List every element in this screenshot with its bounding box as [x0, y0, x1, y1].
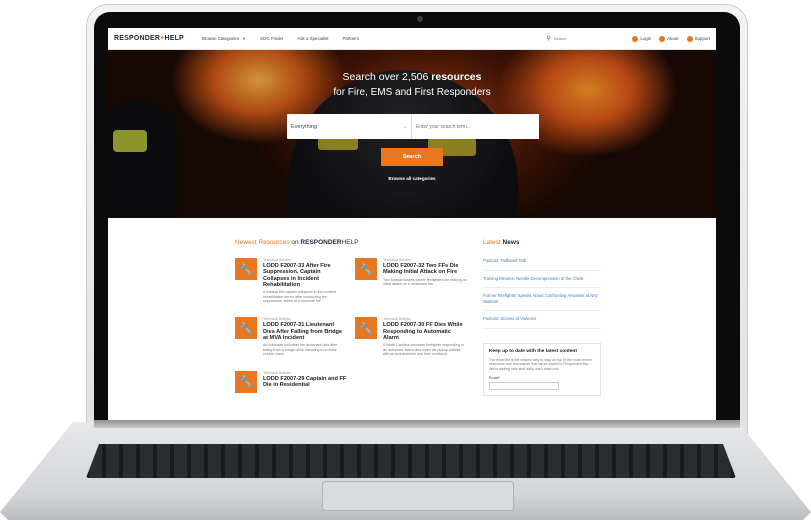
chevron-down-icon: ▼: [242, 36, 246, 41]
subscribe-title: Keep up to date with the latest content: [489, 348, 577, 354]
trackpad: [322, 481, 514, 511]
wrench-icon: 🔧: [355, 317, 377, 340]
laptop-hinge: [94, 420, 740, 428]
wrench-icon: 🔧: [235, 258, 257, 280]
title-accent: Newest Resources: [235, 239, 290, 246]
about-link[interactable]: About: [659, 35, 679, 42]
search-button[interactable]: Search: [381, 148, 443, 166]
news-link[interactable]: Training Minutes: Needle Decompression o…: [483, 271, 601, 289]
nav-sog-finder[interactable]: SOG Finder: [260, 36, 283, 41]
main-content: Newest Resources on RESPONDERHELP 🔧 Tech…: [108, 218, 716, 397]
about-label: About: [667, 36, 679, 41]
resource-title[interactable]: LODD F2007-32 Two FFs Die Making Initial…: [383, 263, 467, 276]
category-select-value: Everything: [291, 123, 317, 130]
hero-banner: Search over 2,506 resources for Fire, EM…: [108, 50, 716, 218]
resource-item[interactable]: 🔧 Technical Bulletin LODD F2007-29 Capta…: [235, 370, 355, 393]
screen: RESPONDER+HELP Browse Categories ▼ SOG F…: [108, 28, 716, 420]
resource-text: Technical Bulletin LODD F2007-31 Lieuten…: [263, 317, 347, 356]
resource-category: Technical Bulletin: [263, 258, 291, 262]
nav-ask-specialist[interactable]: Ask a Specialist: [297, 36, 328, 41]
title-light: Latest: [483, 239, 501, 246]
search-icon[interactable]: ⚲: [546, 35, 550, 42]
resource-text: Technical Bulletin LODD F2007-30 FF Dies…: [383, 317, 467, 356]
title-strong: News: [502, 239, 520, 246]
news-link[interactable]: Podcast: Scenes of Violence: [483, 311, 601, 329]
subscribe-box: Keep up to date with the latest content …: [483, 342, 601, 397]
email-field[interactable]: [489, 382, 559, 391]
resource-text: Technical Bulletin LODD F2007-29 Captain…: [263, 371, 347, 393]
resource-text: Technical Bulletin LODD F2007-32 Two FFs…: [383, 258, 467, 303]
login-link[interactable]: Login: [632, 35, 652, 42]
webcam: [417, 16, 423, 22]
user-icon: [632, 35, 639, 42]
resource-category: Technical Bulletin: [383, 317, 411, 322]
brand-part2: HELP: [164, 35, 184, 42]
hero-search-bar: Everything ⌄: [287, 114, 539, 139]
hero-title: Search over 2,506 resources: [108, 71, 716, 83]
nav-partners[interactable]: Partners: [342, 36, 359, 41]
resource-description: Two Massachusetts career firefighters di…: [383, 277, 467, 286]
top-navigation: RESPONDER+HELP Browse Categories ▼ SOG F…: [108, 28, 716, 50]
resource-grid: 🔧 Technical Bulletin LODD F2007-33 After…: [235, 258, 475, 393]
news-link[interactable]: Former Firefighter Speaks About Confront…: [483, 288, 601, 312]
newest-resources-title: Newest Resources on RESPONDERHELP: [235, 239, 475, 246]
resource-description: A North Carolina volunteer firefighter r…: [383, 343, 464, 357]
category-select[interactable]: Everything ⌄: [287, 114, 412, 139]
lifebuoy-icon: [686, 35, 693, 42]
brand-part1: RESPONDER: [114, 35, 161, 42]
resource-item[interactable]: 🔧 Technical Bulletin LODD F2007-31 Lieut…: [235, 317, 355, 356]
search-term-input[interactable]: [412, 114, 539, 139]
nav-label: Browse Categories: [201, 36, 240, 41]
resource-text: Technical Bulletin LODD F2007-33 After F…: [263, 258, 347, 303]
hero-subtitle: for Fire, EMS and First Responders: [333, 87, 491, 98]
wrench-icon: 🔧: [355, 258, 377, 280]
header-search: ⚲: [546, 33, 616, 44]
resource-item[interactable]: 🔧 Technical Bulletin LODD F2007-33 After…: [235, 258, 355, 303]
news-list: Podcast: Tailboard Talk Training Minutes…: [483, 258, 601, 329]
resource-category: Technical Bulletin: [383, 258, 411, 262]
resource-description: A Kansas fire captain collapses in the i…: [263, 290, 336, 303]
news-link[interactable]: Podcast: Tailboard Talk: [483, 258, 601, 271]
title-mid: on: [291, 239, 299, 246]
resource-category: Technical Bulletin: [263, 317, 291, 322]
latest-news: Latest News Podcast: Tailboard Talk Trai…: [483, 218, 601, 397]
brand-logo[interactable]: RESPONDER+HELP: [114, 35, 184, 42]
subscribe-description: Our email list is the easiest way to sta…: [489, 357, 592, 371]
title-light: HELP: [341, 239, 359, 246]
keyboard: [86, 444, 736, 478]
resource-item[interactable]: 🔧 Technical Bulletin LODD F2007-32 Two F…: [355, 258, 475, 303]
resource-category: Technical Bulletin: [263, 370, 291, 375]
latest-news-title: Latest News: [483, 239, 601, 246]
resource-title[interactable]: LODD F2007-29 Captain and FF Die in Resi…: [263, 376, 347, 389]
resource-description: An Arkansas volunteer fire lieutenant di…: [263, 343, 338, 357]
hero-title-prefix: Search over 2,506: [342, 71, 429, 83]
wrench-icon: 🔧: [235, 370, 257, 393]
login-label: Login: [640, 36, 652, 41]
browse-all-categories-link[interactable]: Browse all categories: [108, 176, 716, 181]
title-strong: RESPONDER: [300, 239, 342, 246]
header-search-input[interactable]: [553, 33, 614, 44]
support-label: Support: [694, 36, 710, 41]
resource-title[interactable]: LODD F2007-33 After Fire Suppression, Ca…: [263, 263, 347, 288]
support-link[interactable]: Support: [686, 35, 710, 42]
nav-browse-categories[interactable]: Browse Categories ▼: [202, 36, 246, 41]
email-label: Email*: [489, 376, 500, 381]
resource-item[interactable]: 🔧 Technical Bulletin LODD F2007-30 FF Di…: [355, 317, 475, 356]
resource-title[interactable]: LODD F2007-31 Lieutenant Dies After Fall…: [263, 322, 347, 341]
chevron-down-icon: ⌄: [403, 124, 407, 129]
info-icon: [659, 35, 666, 42]
hero-title-bold: resources: [431, 71, 482, 83]
wrench-icon: 🔧: [235, 317, 257, 340]
newest-resources: Newest Resources on RESPONDERHELP 🔧 Tech…: [235, 218, 475, 396]
resource-title[interactable]: LODD F2007-30 FF Dies While Responding t…: [383, 322, 467, 341]
